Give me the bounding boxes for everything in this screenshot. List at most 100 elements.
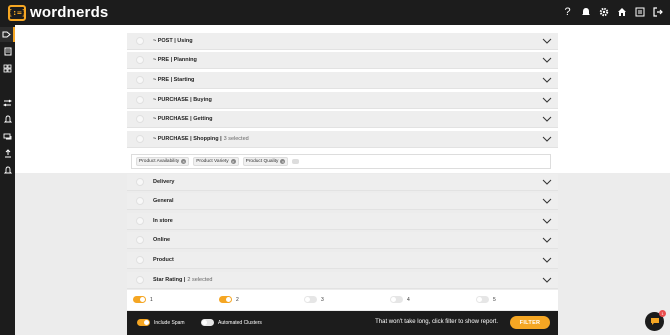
brand-name: wordnerds bbox=[30, 4, 109, 21]
bell-icon[interactable] bbox=[579, 4, 592, 20]
row-select-radio[interactable] bbox=[136, 197, 144, 205]
star-option-3[interactable]: 3 bbox=[304, 296, 324, 303]
row-select-radio[interactable] bbox=[136, 96, 144, 104]
chevron-down-icon[interactable] bbox=[542, 178, 552, 186]
chat-notification-badge: 1 bbox=[659, 310, 666, 317]
category-row[interactable]: ~ PURCHASE | Getting bbox=[127, 111, 558, 128]
category-row[interactable]: ~ PURCHASE | Buying bbox=[127, 92, 558, 109]
tag-label: Product Quality bbox=[245, 159, 279, 164]
row-label: In store bbox=[153, 218, 173, 224]
row-selection-count: 2 selected bbox=[187, 277, 213, 283]
star-option-2[interactable]: 2 bbox=[219, 296, 239, 303]
tag-text-input[interactable] bbox=[292, 159, 300, 164]
row-label: General bbox=[153, 198, 174, 204]
chat-icon[interactable] bbox=[0, 129, 15, 144]
star-toggle-4[interactable] bbox=[390, 296, 403, 303]
row-selection-count: 3 selected bbox=[223, 136, 249, 142]
tag-input-box[interactable]: Product Availability × Product Variety × P… bbox=[131, 154, 551, 169]
tag-label: Product Variety bbox=[196, 159, 229, 164]
chevron-down-icon[interactable] bbox=[542, 37, 552, 45]
category-row[interactable]: Product bbox=[127, 252, 558, 269]
chevron-down-icon[interactable] bbox=[542, 76, 552, 84]
star-toggle-2[interactable] bbox=[219, 296, 232, 303]
gear-icon[interactable] bbox=[597, 4, 610, 20]
chevron-down-icon[interactable] bbox=[542, 135, 552, 143]
row-select-radio[interactable] bbox=[136, 276, 144, 284]
row-select-radio[interactable] bbox=[136, 135, 144, 143]
top-bar: {:=} wordnerds ? bbox=[0, 0, 670, 25]
automated-clusters-option[interactable]: Automated Clusters bbox=[201, 319, 262, 326]
help-icon[interactable]: ? bbox=[561, 4, 574, 20]
category-row[interactable]: ~ PRE | Starting bbox=[127, 72, 558, 89]
chat-bubble-icon bbox=[650, 318, 659, 325]
row-label: Online bbox=[153, 237, 171, 243]
automated-clusters-toggle[interactable] bbox=[201, 319, 214, 326]
category-row[interactable]: Delivery bbox=[127, 174, 558, 191]
include-spam-toggle[interactable] bbox=[137, 319, 150, 326]
row-label: ~ PRE | Starting bbox=[153, 77, 195, 83]
row-select-radio[interactable] bbox=[136, 256, 144, 264]
row-label: ~ POST | Using bbox=[153, 38, 193, 44]
chevron-down-icon[interactable] bbox=[542, 115, 552, 123]
filter-button[interactable]: FILTER bbox=[510, 316, 550, 329]
row-select-radio[interactable] bbox=[136, 76, 144, 84]
remove-tag-icon[interactable]: × bbox=[181, 159, 187, 164]
chevron-down-icon[interactable] bbox=[542, 276, 552, 284]
row-select-radio[interactable] bbox=[136, 178, 144, 186]
logo[interactable]: {:=} wordnerds bbox=[7, 3, 109, 22]
row-label: ~ PURCHASE | Shopping | bbox=[153, 136, 222, 142]
swap-icon[interactable] bbox=[633, 4, 646, 20]
star-option-5[interactable]: 5 bbox=[476, 296, 496, 303]
row-label: Delivery bbox=[153, 179, 175, 185]
row-select-radio[interactable] bbox=[136, 217, 144, 225]
star-label-4: 4 bbox=[407, 296, 410, 303]
alert-icon[interactable] bbox=[0, 163, 15, 178]
star-option-4[interactable]: 4 bbox=[390, 296, 410, 303]
tag-chip: Product Availability × bbox=[136, 157, 190, 166]
logout-icon[interactable] bbox=[651, 4, 664, 20]
category-row[interactable]: ~ PRE | Planning bbox=[127, 52, 558, 69]
chevron-down-icon[interactable] bbox=[542, 256, 552, 264]
tag-label: Product Availability bbox=[139, 159, 180, 164]
star-toggle-5[interactable] bbox=[476, 296, 489, 303]
row-select-radio[interactable] bbox=[136, 115, 144, 123]
chevron-down-icon[interactable] bbox=[542, 96, 552, 104]
category-row[interactable]: Star Rating | 2 selected bbox=[127, 272, 558, 289]
category-row[interactable]: General bbox=[127, 193, 558, 210]
row-label: Star Rating | bbox=[153, 277, 186, 283]
logo-mark: {:=} bbox=[7, 4, 27, 21]
chevron-down-icon[interactable] bbox=[542, 236, 552, 244]
star-label-3: 3 bbox=[321, 296, 324, 303]
shuffle-icon[interactable] bbox=[0, 95, 15, 110]
chevron-down-icon[interactable] bbox=[542, 56, 552, 64]
remove-tag-icon[interactable]: × bbox=[230, 159, 236, 164]
star-toggle-3[interactable] bbox=[304, 296, 317, 303]
tag-icon[interactable] bbox=[0, 27, 15, 42]
category-row[interactable]: In store bbox=[127, 213, 558, 230]
row-select-radio[interactable] bbox=[136, 37, 144, 45]
chevron-down-icon[interactable] bbox=[542, 217, 552, 225]
row-select-radio[interactable] bbox=[136, 236, 144, 244]
filter-footer: Include Spam Automated Clusters That won… bbox=[127, 311, 558, 335]
remove-tag-icon[interactable]: × bbox=[280, 159, 286, 164]
sidebar bbox=[0, 25, 15, 335]
include-spam-option[interactable]: Include Spam bbox=[137, 319, 185, 326]
category-row[interactable]: ~ POST | Using bbox=[127, 33, 558, 50]
tag-chip: Product Quality × bbox=[242, 157, 289, 166]
row-label: Product bbox=[153, 257, 174, 263]
category-row[interactable]: ~ PURCHASE | Shopping | 3 selected bbox=[127, 131, 558, 148]
document-icon[interactable] bbox=[0, 44, 15, 59]
star-option-1[interactable]: 1 bbox=[133, 296, 153, 303]
bell-icon[interactable] bbox=[0, 112, 15, 127]
chevron-down-icon[interactable] bbox=[542, 197, 552, 205]
star-rating-options: 1 2 3 4 5 bbox=[127, 290, 558, 310]
home-icon[interactable] bbox=[615, 4, 628, 20]
upload-icon[interactable] bbox=[0, 146, 15, 161]
filter-hint-message: That won't take long, click filter to sh… bbox=[375, 319, 498, 325]
category-row[interactable]: Online bbox=[127, 232, 558, 249]
star-toggle-1[interactable] bbox=[133, 296, 146, 303]
grid-icon[interactable] bbox=[0, 61, 15, 76]
include-spam-label: Include Spam bbox=[154, 319, 185, 326]
row-select-radio[interactable] bbox=[136, 56, 144, 64]
row-label: ~ PRE | Planning bbox=[153, 57, 197, 63]
